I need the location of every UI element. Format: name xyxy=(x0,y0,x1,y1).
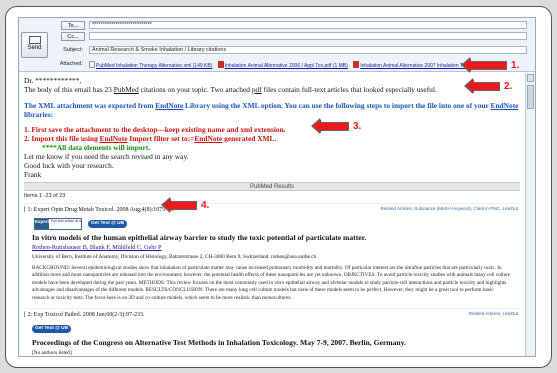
expert-opinion-logo[interactable]: Expert OpinionFull text article at www.e… xyxy=(34,218,82,231)
xml-instructions: The XML attachment was exported from End… xyxy=(24,101,519,119)
intro-paragraph: The body of this email has 23 PubMed cit… xyxy=(24,85,437,94)
citation-title: In vitro models of the human epithelial … xyxy=(32,233,367,242)
callout-4: 4. xyxy=(161,197,209,213)
to-field[interactable]: **************************** xyxy=(89,21,527,29)
endnote-link[interactable]: EndNote xyxy=(155,101,183,110)
message-header: Send To... **************************** … xyxy=(19,18,535,72)
email-compose-window: Send To... **************************** … xyxy=(18,17,536,357)
citation-record: [ 1: Expert Opin Drug Metab Toxicol. 200… xyxy=(24,203,520,302)
body-line: Let me know if you need the search revis… xyxy=(24,152,189,161)
citation-title: Proceedings of the Congress on Alternati… xyxy=(32,338,406,348)
xml-file-icon xyxy=(89,61,95,68)
step-1: 1. First save the attachment to the desk… xyxy=(24,125,286,134)
related-links[interactable]: Related Articles, Substance (MeSH Keywor… xyxy=(380,206,518,211)
attachment-item[interactable]: Inhalation Animal Alternative 2006 / App… xyxy=(217,61,348,69)
pubmed-link[interactable]: PubMed xyxy=(114,85,139,94)
callout-2: 2. xyxy=(464,78,512,94)
signoff: Frank xyxy=(24,170,42,179)
import-note: ****All data elements will import. xyxy=(42,143,151,152)
items-count: Items 1 -23 of 23 xyxy=(24,193,66,199)
callout-3: 3. xyxy=(311,118,361,134)
left-arrow-icon xyxy=(461,57,507,73)
send-button[interactable]: Send xyxy=(21,32,48,58)
message-body[interactable]: Dr. ************, The body of this email… xyxy=(19,73,525,357)
citation-record: [ 2: Exp Toxicol Pathol. 2008 Jun;60(2-3… xyxy=(24,308,520,357)
body-line: Good luck with your research. xyxy=(24,161,114,170)
step-2: 2. Import this file using EndNote Import… xyxy=(24,134,277,143)
subject-field[interactable]: Animal Research & Smoke Inhalation / Lib… xyxy=(89,46,527,54)
no-authors-note: [No authors listed] xyxy=(32,350,72,357)
pubmed-results-bar: PubMed Results xyxy=(24,182,520,191)
citation-affiliation: University of Bern, Institute of Anatomy… xyxy=(32,254,317,260)
pdf-icon xyxy=(353,61,360,68)
scroll-up-icon[interactable] xyxy=(527,74,534,82)
attachment-item[interactable]: PubMed Inhalation Therapy Alternative.xm… xyxy=(89,61,212,69)
vertical-scrollbar[interactable] xyxy=(525,73,535,356)
subject-label: Subject: xyxy=(63,47,83,53)
left-arrow-icon xyxy=(161,197,197,213)
greeting: Dr. ************, xyxy=(24,76,82,85)
cc-field[interactable] xyxy=(89,32,527,40)
attached-label: Attached: xyxy=(59,61,83,67)
pdf-icon xyxy=(217,61,224,68)
related-links[interactable]: Related Articles, LinkOut xyxy=(469,311,518,316)
envelope-icon xyxy=(28,36,41,44)
citation-journal: [ 2: Exp Toxicol Pathol. 2008 Jun;60(2-3… xyxy=(24,312,145,319)
send-label: Send xyxy=(27,45,42,51)
citation-authors[interactable]: Rothen-Rutishauser B, Blank F, Mühlfeld … xyxy=(32,243,520,253)
cc-button[interactable]: Cc... xyxy=(61,32,85,41)
get-text-button[interactable]: Get Text @ UB xyxy=(88,220,128,229)
endnote-link[interactable]: EndNote xyxy=(194,134,222,143)
endnote-link[interactable]: EndNote xyxy=(100,134,128,143)
endnote-link[interactable]: EndNote xyxy=(491,101,519,110)
scroll-thumb[interactable] xyxy=(527,85,534,109)
get-text-button[interactable]: Get Text @ UB xyxy=(32,325,72,334)
callout-1: 1. xyxy=(461,57,519,73)
citation-abstract: BACKGROUND: Several epidemiological stud… xyxy=(32,265,511,301)
left-arrow-icon xyxy=(311,118,349,134)
slide-frame: Send To... **************************** … xyxy=(5,6,552,368)
left-arrow-icon xyxy=(464,78,500,94)
to-button[interactable]: To... xyxy=(61,21,85,30)
pdf-link[interactable]: pdf xyxy=(252,85,262,94)
